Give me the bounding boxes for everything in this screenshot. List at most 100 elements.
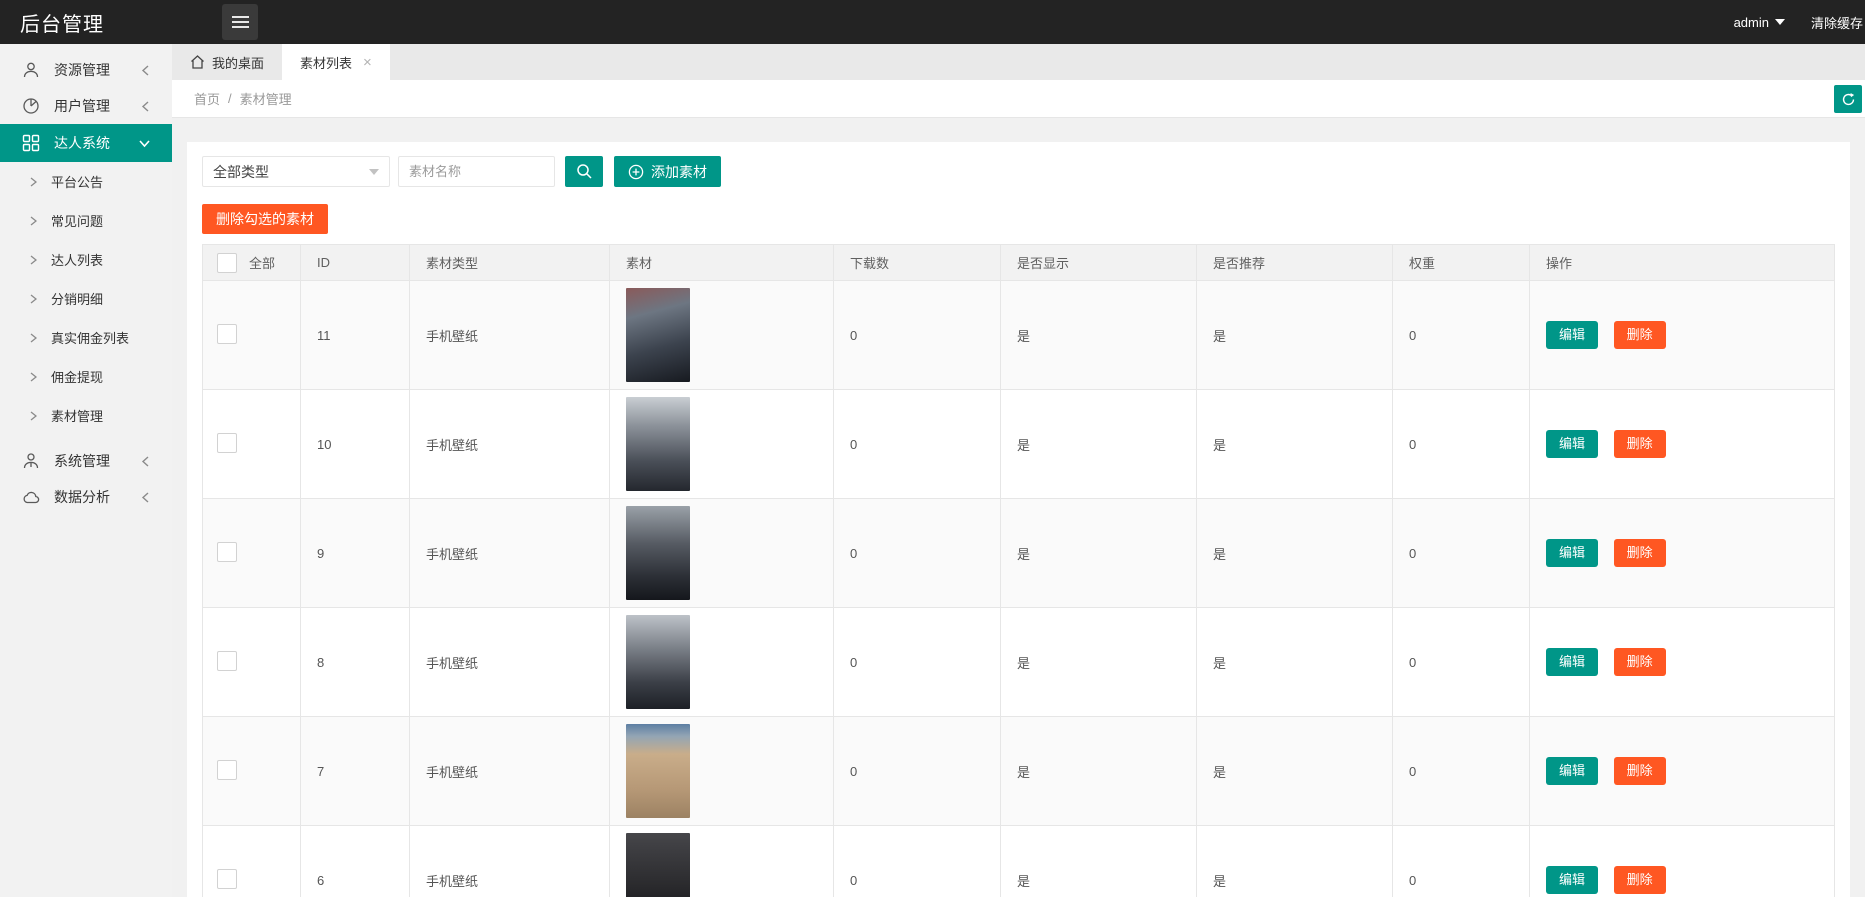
sidebar-subitem-platform-announcement[interactable]: 平台公告	[0, 162, 172, 201]
cell-downloads: 0	[834, 499, 1001, 608]
search-icon	[576, 163, 593, 180]
top-header-bar: 后台管理 admin 清除缓存	[0, 0, 1865, 44]
sidebar-subitem-faq[interactable]: 常见问题	[0, 201, 172, 240]
row-checkbox[interactable]	[217, 542, 237, 562]
sidebar-subitem-label: 真实佣金列表	[51, 328, 129, 347]
material-name-input[interactable]	[398, 156, 555, 187]
add-material-button[interactable]: 添加素材	[614, 156, 721, 187]
edit-button[interactable]: 编辑	[1546, 757, 1598, 785]
tab-label: 我的桌面	[212, 53, 264, 72]
cell-weight: 0	[1393, 499, 1530, 608]
chevron-right-icon	[30, 333, 37, 343]
cell-recommended: 是	[1197, 281, 1393, 390]
cell-material-type: 手机壁纸	[410, 826, 610, 897]
cell-weight: 0	[1393, 281, 1530, 390]
tab-material-list[interactable]: 素材列表 ×	[282, 44, 390, 80]
sidebar-item-data-analysis[interactable]: 数据分析	[0, 479, 172, 515]
row-checkbox[interactable]	[217, 433, 237, 453]
cell-id: 10	[301, 390, 410, 499]
cell-downloads: 0	[834, 717, 1001, 826]
sidebar-subitem-expert-list[interactable]: 达人列表	[0, 240, 172, 279]
chevron-right-icon	[30, 255, 37, 265]
sidebar-subitem-distribution-detail[interactable]: 分销明细	[0, 279, 172, 318]
delete-checked-button[interactable]: 删除勾选的素材	[202, 204, 328, 234]
filter-toolbar: 全部类型 添加素材	[202, 156, 1835, 187]
sidebar-subitem-label: 分销明细	[51, 289, 103, 308]
cell-downloads: 0	[834, 826, 1001, 897]
material-thumbnail[interactable]	[626, 724, 690, 818]
cloud-icon	[22, 488, 40, 506]
row-checkbox[interactable]	[217, 760, 237, 780]
cell-id: 8	[301, 608, 410, 717]
material-thumbnail[interactable]	[626, 288, 690, 382]
col-id: ID	[301, 245, 410, 281]
clear-cache-button[interactable]: 清除缓存	[1811, 13, 1863, 32]
select-all-checkbox[interactable]	[217, 253, 237, 273]
row-checkbox[interactable]	[217, 869, 237, 889]
table-row: 11 手机壁纸 0 是 是 0 编辑 删除	[203, 281, 1835, 390]
material-list-card: 全部类型 添加素材	[187, 142, 1850, 897]
chevron-right-icon	[30, 411, 37, 421]
sidebar-subitem-commission-withdraw[interactable]: 佣金提现	[0, 357, 172, 396]
table-row: 6 手机壁纸 0 是 是 0 编辑 删除	[203, 826, 1835, 897]
sidebar-item-label: 系统管理	[54, 451, 110, 471]
search-button[interactable]	[565, 156, 603, 187]
col-material: 素材	[610, 245, 834, 281]
sidebar-subitem-material-management[interactable]: 素材管理	[0, 396, 172, 435]
col-header-label: 全部	[249, 253, 275, 272]
material-thumbnail[interactable]	[626, 397, 690, 491]
cell-visible: 是	[1001, 608, 1197, 717]
cell-weight: 0	[1393, 390, 1530, 499]
sidebar-item-expert-system[interactable]: 达人系统	[0, 124, 172, 162]
delete-button[interactable]: 删除	[1614, 539, 1666, 567]
sidebar-subitem-real-commission-list[interactable]: 真实佣金列表	[0, 318, 172, 357]
edit-button[interactable]: 编辑	[1546, 321, 1598, 349]
type-filter-select[interactable]: 全部类型	[202, 156, 390, 187]
sidebar-item-system[interactable]: 系统管理	[0, 443, 172, 479]
delete-button[interactable]: 删除	[1614, 866, 1666, 894]
delete-button[interactable]: 删除	[1614, 321, 1666, 349]
cell-material-type: 手机壁纸	[410, 281, 610, 390]
sidebar-subitem-label: 达人列表	[51, 250, 103, 269]
col-visible: 是否显示	[1001, 245, 1197, 281]
edit-button[interactable]: 编辑	[1546, 539, 1598, 567]
material-thumbnail[interactable]	[626, 506, 690, 600]
close-icon[interactable]: ×	[363, 54, 372, 71]
add-material-label: 添加素材	[651, 162, 707, 182]
chevron-right-icon	[30, 294, 37, 304]
row-checkbox[interactable]	[217, 324, 237, 344]
sidebar-item-resources[interactable]: 资源管理	[0, 52, 172, 88]
chevron-right-icon	[30, 177, 37, 187]
hamburger-icon[interactable]	[222, 4, 258, 40]
tab-bar: 我的桌面 素材列表 ×	[172, 44, 1865, 80]
tab-my-desktop[interactable]: 我的桌面	[172, 44, 282, 80]
topbar-right: admin 清除缓存	[1734, 0, 1865, 44]
edit-button[interactable]: 编辑	[1546, 430, 1598, 458]
delete-button[interactable]: 删除	[1614, 430, 1666, 458]
edit-button[interactable]: 编辑	[1546, 866, 1598, 894]
row-checkbox[interactable]	[217, 651, 237, 671]
sidebar-item-label: 达人系统	[54, 133, 110, 153]
cell-id: 9	[301, 499, 410, 608]
app-title: 后台管理	[0, 8, 202, 37]
edit-button[interactable]: 编辑	[1546, 648, 1598, 676]
admin-user-dropdown[interactable]: admin	[1734, 15, 1785, 30]
breadcrumb-home[interactable]: 首页	[194, 89, 220, 108]
sidebar-nav: 资源管理 用户管理 达人系统	[0, 44, 172, 897]
cell-visible: 是	[1001, 390, 1197, 499]
breadcrumb-current: 素材管理	[240, 89, 292, 108]
material-thumbnail[interactable]	[626, 615, 690, 709]
material-thumbnail[interactable]	[626, 833, 690, 897]
home-icon	[190, 55, 205, 69]
delete-button[interactable]: 删除	[1614, 757, 1666, 785]
chevron-right-icon	[30, 216, 37, 226]
chevron-left-icon	[141, 492, 150, 503]
sidebar-item-label: 用户管理	[54, 96, 110, 116]
delete-button[interactable]: 删除	[1614, 648, 1666, 676]
grid-icon	[22, 134, 40, 152]
sidebar-item-users[interactable]: 用户管理	[0, 88, 172, 124]
cell-visible: 是	[1001, 499, 1197, 608]
chevron-down-icon	[139, 139, 150, 148]
refresh-button[interactable]	[1834, 85, 1862, 113]
chevron-left-icon	[141, 65, 150, 76]
